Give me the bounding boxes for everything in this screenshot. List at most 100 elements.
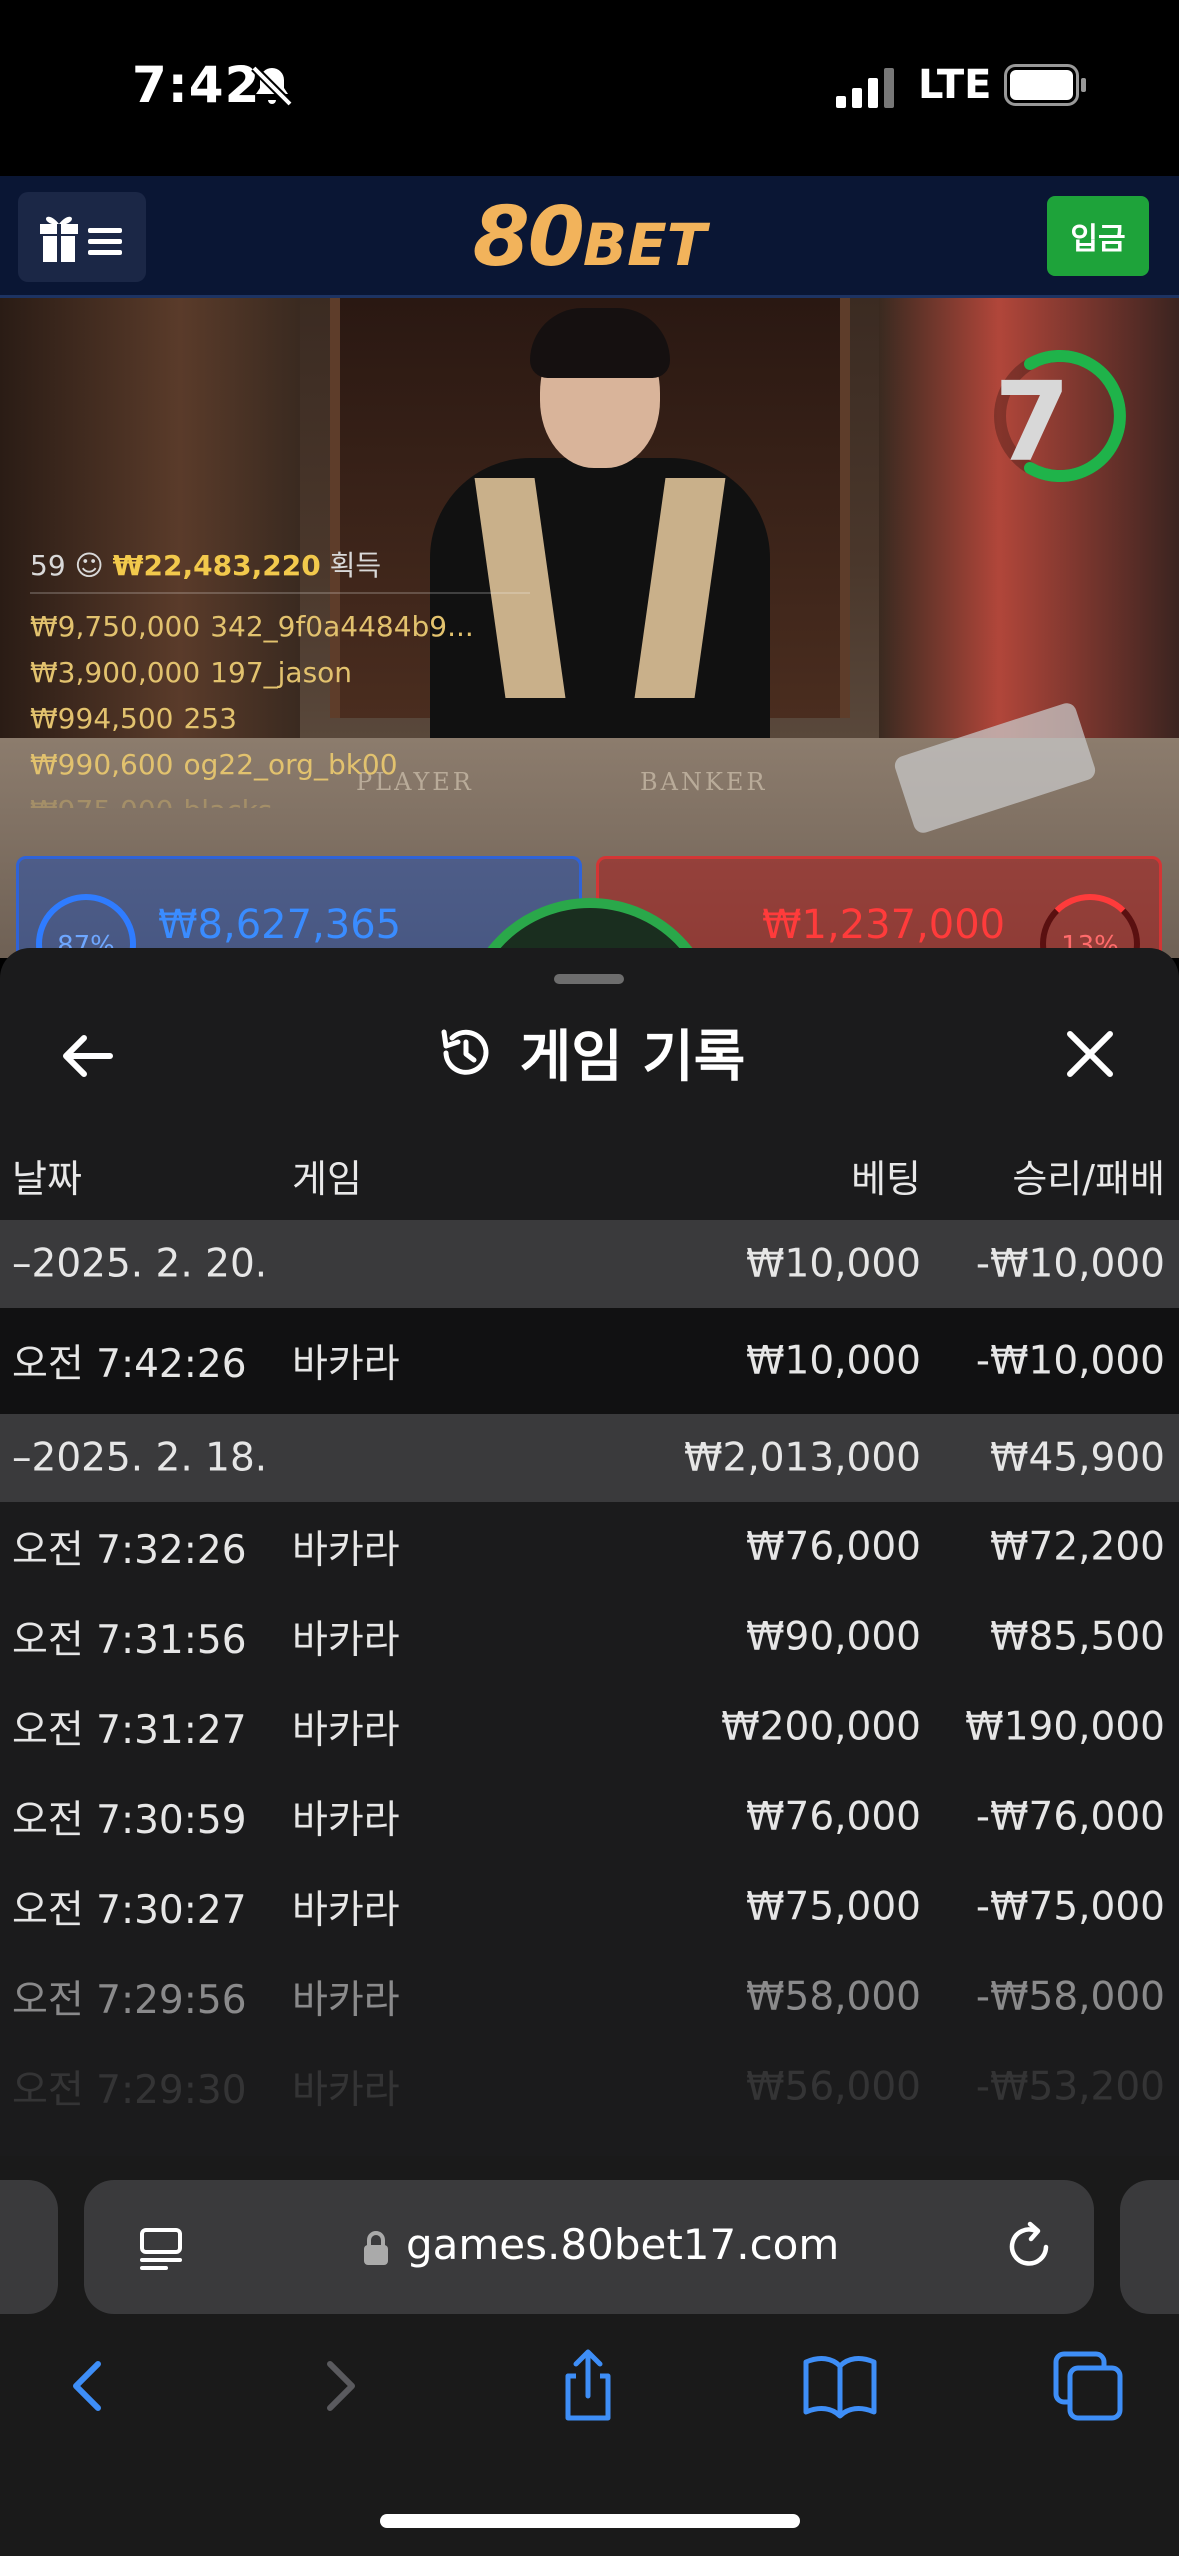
history-row[interactable]: 오전 7:32:26 바카라 ₩76,000 ₩72,200 [0,1502,1179,1592]
history-row[interactable]: 오전 7:31:27 바카라 ₩200,000 ₩190,000 [0,1682,1179,1772]
row-game: 바카라 [292,1888,400,1933]
row-date: –2025. 2. 20. [12,1241,268,1287]
person-icon: ☺ [74,549,104,582]
row-result: -₩10,000 [975,1338,1165,1384]
back-icon[interactable] [48,2346,128,2426]
row-game: 바카라 [292,2068,400,2113]
home-indicator[interactable] [380,2514,800,2528]
row-date: 오전 7:30:59 [12,1798,247,1843]
row-date: 오전 7:42:26 [12,1342,247,1387]
countdown-number: 7 [994,358,1071,486]
row-game: 바카라 [292,1798,400,1843]
winners-count: 59 [30,549,66,582]
row-bet: ₩56,000 [745,2064,921,2110]
row-bet: ₩200,000 [721,1704,921,1750]
row-date: 오전 7:30:27 [12,1888,247,1933]
silent-bell-icon [251,65,293,107]
sheet-grabber[interactable] [554,974,624,984]
date-group-row[interactable]: –2025. 2. 20. ₩10,000 -₩10,000 [0,1220,1179,1308]
close-icon[interactable] [1060,1024,1120,1084]
row-bet: ₩76,000 [745,1524,921,1570]
row-result: -₩58,000 [975,1974,1165,2020]
row-result: ₩85,500 [989,1614,1165,1660]
sheet-title: 게임 기록 [519,1025,746,1090]
row-game: 바카라 [292,1618,400,1663]
row-date: –2025. 2. 18. [12,1435,268,1481]
row-bet: ₩2,013,000 [683,1435,921,1481]
next-tab[interactable] [1120,2180,1179,2314]
dealer-hair [530,308,670,378]
status-time: 7:42 [132,56,261,114]
site-header: 80BET 입금 [0,176,1179,298]
browser-chrome: games.80bet17.com [0,2156,1179,2556]
winner-row: ₩9,750,000 342_9f0a4484b9... [30,610,474,643]
table-header: 날짜 게임 베팅 승리/패배 [0,1148,1179,1220]
winners-suffix: 획득 [329,549,382,582]
row-game: 바카라 [292,1528,400,1573]
row-game: 바카라 [292,1978,400,2023]
row-result: ₩45,900 [989,1435,1165,1481]
row-bet: ₩10,000 [745,1338,921,1384]
row-game: 바카라 [292,1342,400,1387]
winners-summary: 59 ☺ ₩22,483,220 획득 [30,544,530,594]
browser-toolbar [0,2346,1179,2456]
row-date: 오전 7:31:27 [12,1708,247,1753]
row-result: -₩10,000 [975,1241,1165,1287]
row-result: ₩72,200 [989,1524,1165,1570]
address-bar[interactable]: games.80bet17.com [84,2180,1094,2314]
row-bet: ₩10,000 [745,1241,921,1287]
column-bet: 베팅 [851,1157,921,1201]
player-total-amount: ₩8,627,365 [158,902,402,948]
winners-list: 59 ☺ ₩22,483,220 획득 ₩9,750,000 342_9f0a44… [30,544,530,808]
sheet-header: 게임 기록 [0,1012,1179,1093]
lock-icon [364,2231,388,2265]
bookmarks-icon[interactable] [800,2346,880,2426]
winner-row: ₩3,900,000 197_jason [30,656,353,689]
table-label-banker: BANKER [640,768,768,796]
row-bet: ₩90,000 [745,1614,921,1660]
status-bar: 7:42 LTE [0,0,1179,176]
winners-total: ₩22,483,220 [112,549,321,582]
history-row[interactable]: 오전 7:31:56 바카라 ₩90,000 ₩85,500 [0,1592,1179,1682]
row-bet: ₩75,000 [745,1884,921,1930]
column-result: 승리/패배 [1012,1157,1165,1201]
site-logo[interactable]: 80BET [0,190,1179,285]
history-table: –2025. 2. 20. ₩10,000 -₩10,000 오전 7:42:26 바카… [0,1220,1179,2132]
history-row[interactable]: 오전 7:30:27 바카라 ₩75,000 -₩75,000 [0,1862,1179,1952]
winner-row: ₩975,000blacks [30,788,530,808]
history-row[interactable]: 오전 7:30:59 바카라 ₩76,000 -₩76,000 [0,1772,1179,1862]
row-result: -₩53,200 [975,2064,1165,2110]
live-video: PLAYER BANKER 7 59 ☺ ₩22,483,220 획득 ₩9,7… [0,298,1179,958]
column-game: 게임 [292,1157,362,1201]
row-result: -₩75,000 [975,1884,1165,1930]
previous-tab[interactable] [0,2180,58,2314]
history-row[interactable]: 오전 7:29:30 바카라 ₩56,000 -₩53,200 [0,2042,1179,2132]
logo-number: 80 [472,190,585,285]
network-type: LTE [918,62,992,108]
row-result: ₩190,000 [965,1704,1165,1750]
game-history-sheet: 게임 기록 날짜 게임 베팅 승리/패배 –2025. 2. 20. ₩10,00… [0,948,1179,2156]
logo-text: BET [582,211,707,279]
reload-icon[interactable] [1002,2220,1056,2274]
row-result: -₩76,000 [975,1794,1165,1840]
history-row[interactable]: 오전 7:42:26 바카라 ₩10,000 -₩10,000 [0,1308,1179,1414]
row-date: 오전 7:32:26 [12,1528,247,1573]
column-date: 날짜 [12,1157,82,1201]
battery-icon [1004,64,1086,106]
banker-total-amount: ₩1,237,000 [762,902,1006,948]
forward-icon[interactable] [300,2346,380,2426]
history-row[interactable]: 오전 7:29:56 바카라 ₩58,000 -₩58,000 [0,1952,1179,2042]
row-date: 오전 7:29:30 [12,2068,247,2113]
deposit-button[interactable]: 입금 [1047,196,1149,276]
winner-row: ₩990,600 og22_org_bk00 [30,748,398,781]
row-date: 오전 7:31:56 [12,1618,247,1663]
row-date: 오전 7:29:56 [12,1978,247,2023]
tabs-icon[interactable] [1048,2346,1128,2426]
date-group-row[interactable]: –2025. 2. 18. ₩2,013,000 ₩45,900 [0,1414,1179,1502]
page-menu-icon[interactable] [136,2222,186,2272]
cell-signal-icon [836,68,894,108]
row-bet: ₩58,000 [745,1974,921,2020]
row-game: 바카라 [292,1708,400,1753]
share-icon[interactable] [548,2346,628,2426]
history-icon [441,1029,489,1075]
